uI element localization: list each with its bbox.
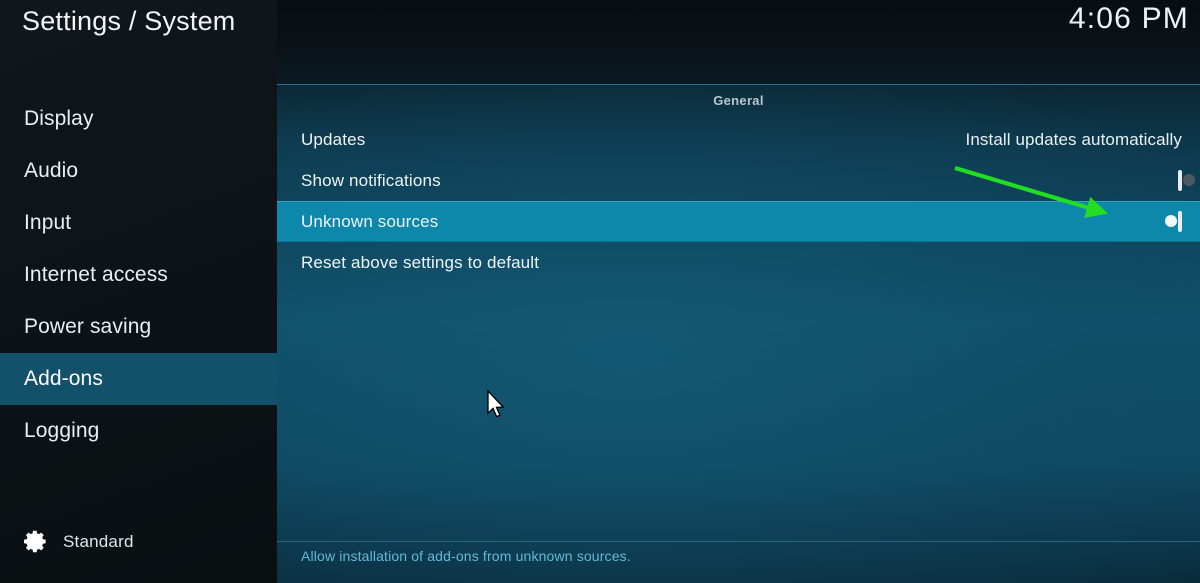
sidebar-item-power-saving[interactable]: Power saving	[0, 301, 277, 353]
toggle-unknown-sources[interactable]	[1165, 210, 1182, 232]
gear-icon	[24, 530, 46, 553]
setting-label-reset-to-default: Reset above settings to default	[301, 252, 540, 272]
clock: 4:06 PM	[1068, 2, 1189, 35]
footer-divider	[277, 541, 1200, 542]
setting-row-reset-to-default[interactable]: Reset above settings to default	[277, 242, 1200, 283]
sidebar-item-label: Power saving	[24, 315, 152, 338]
sidebar-item-label: Internet access	[24, 263, 168, 286]
sidebar-item-add-ons[interactable]: Add-ons	[0, 353, 277, 405]
setting-label-updates: Updates	[301, 129, 366, 149]
settings-list: Updates Install updates automatically Sh…	[277, 119, 1200, 283]
sidebar-item-label: Display	[24, 107, 94, 130]
group-header-general: General	[713, 93, 764, 108]
sidebar: Settings / System Display Audio Input In…	[0, 0, 277, 583]
toggle-knob	[1165, 214, 1177, 227]
sidebar-item-label: Audio	[24, 159, 79, 182]
sidebar-item-internet-access[interactable]: Internet access	[0, 249, 277, 301]
setting-row-unknown-sources[interactable]: Unknown sources	[277, 201, 1200, 242]
top-bar-divider	[277, 84, 1200, 85]
sidebar-item-audio[interactable]: Audio	[0, 145, 277, 197]
settings-level-selector[interactable]: Standard	[22, 528, 134, 555]
setting-value-updates[interactable]: Install updates automatically	[966, 130, 1182, 150]
sidebar-item-label: Input	[24, 211, 72, 234]
toggle-unknown-sources-wrap[interactable]	[1165, 210, 1182, 232]
setting-row-show-notifications[interactable]: Show notifications	[277, 160, 1200, 201]
toggle-show-notifications[interactable]	[1178, 169, 1195, 191]
settings-level-label: Standard	[63, 531, 134, 551]
page-title: Settings / System	[22, 6, 236, 36]
sidebar-nav: Display Audio Input Internet access Powe…	[0, 93, 277, 457]
top-bar	[277, 0, 1200, 85]
setting-label-show-notifications: Show notifications	[301, 170, 441, 190]
toggle-show-notifications-wrap[interactable]	[1178, 169, 1195, 191]
toggle-knob	[1183, 173, 1195, 186]
sidebar-item-logging[interactable]: Logging	[0, 405, 277, 457]
kodi-settings-screen: 4:06 PM General Updates Install updates …	[0, 0, 1200, 583]
setting-row-updates[interactable]: Updates Install updates automatically	[277, 119, 1200, 160]
main-panel: 4:06 PM General Updates Install updates …	[277, 0, 1200, 583]
sidebar-item-display[interactable]: Display	[0, 93, 277, 145]
setting-label-unknown-sources: Unknown sources	[301, 211, 439, 231]
sidebar-item-label: Logging	[24, 419, 100, 442]
sidebar-item-input[interactable]: Input	[0, 197, 277, 249]
sidebar-item-label: Add-ons	[24, 367, 103, 390]
help-text: Allow installation of add-ons from unkno…	[301, 548, 631, 564]
